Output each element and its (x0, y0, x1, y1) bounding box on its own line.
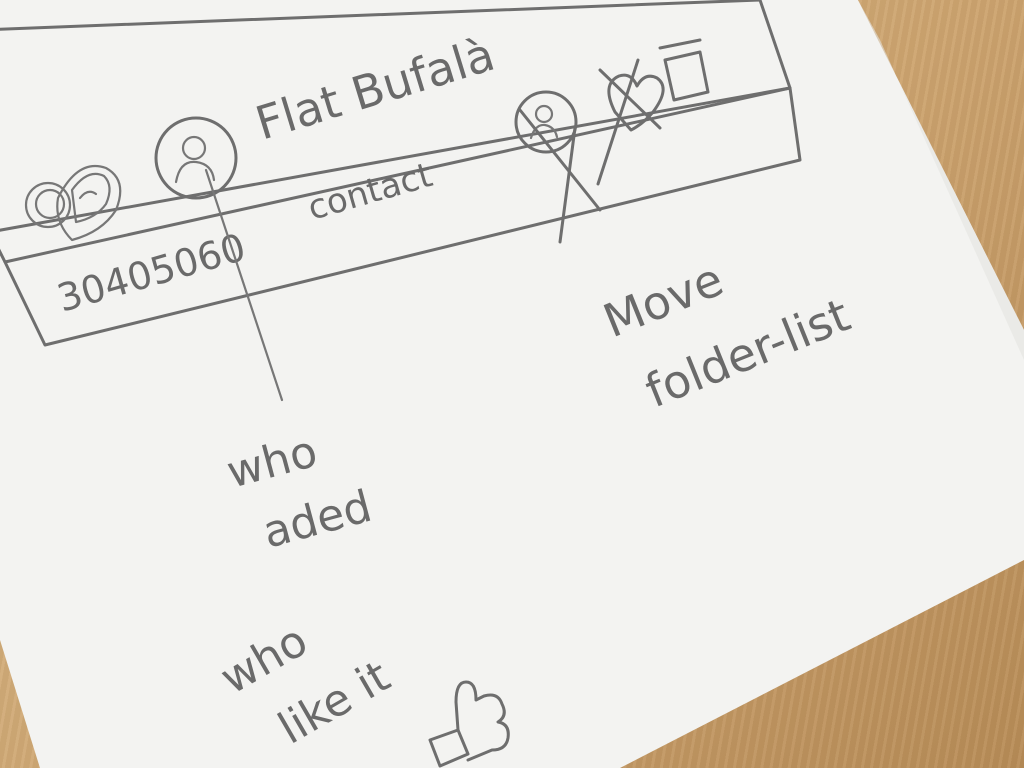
paper-sketch: Flat Bufalà contact 30405060 who aded wh… (0, 0, 1024, 768)
paper-sheet (0, 0, 1024, 768)
